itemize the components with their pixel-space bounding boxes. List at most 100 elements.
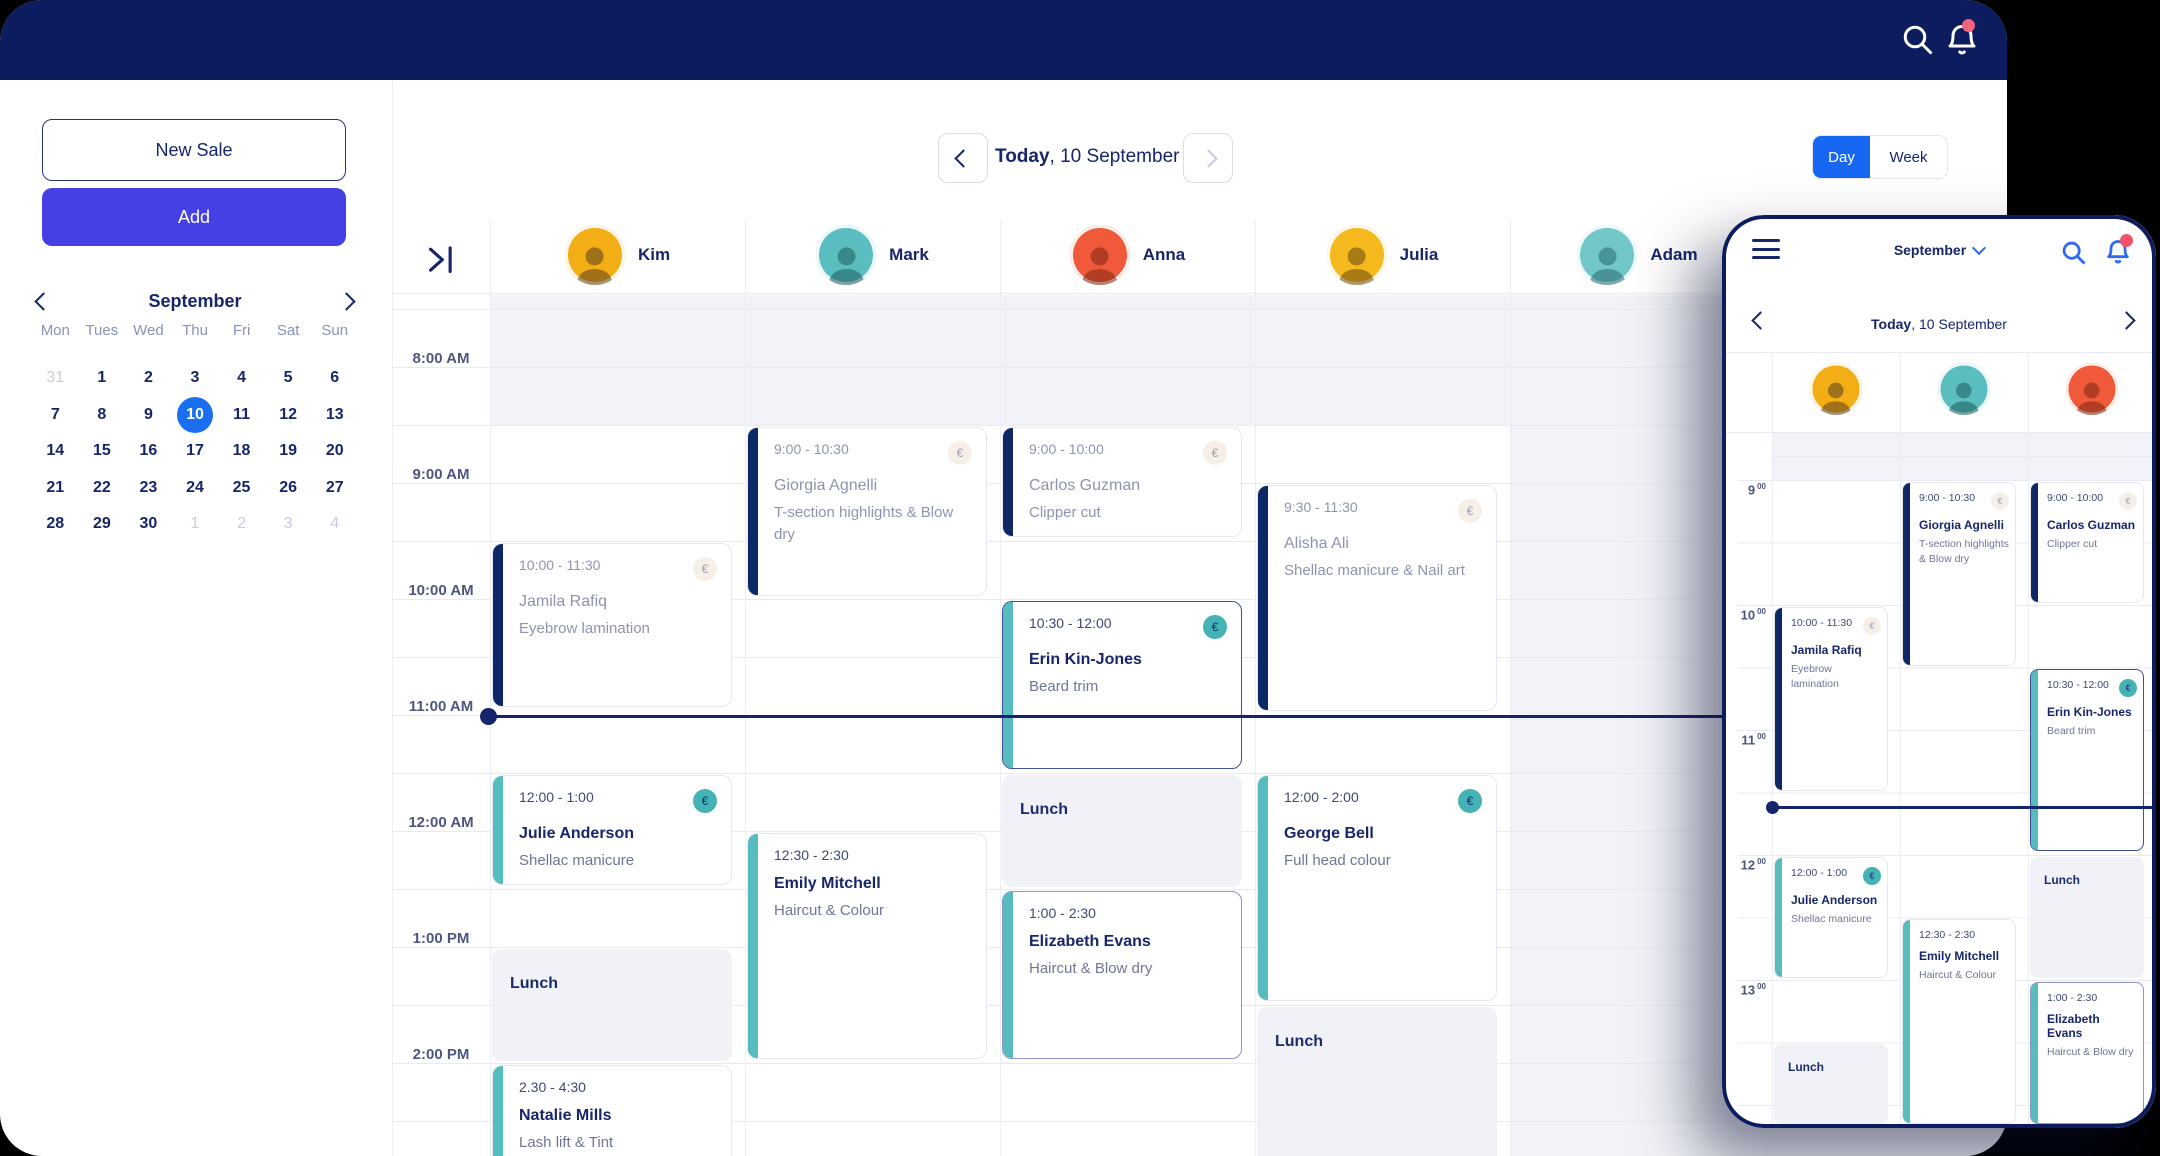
lunch-block-kim[interactable]: Lunch — [492, 949, 732, 1061]
search-icon[interactable] — [1900, 22, 1936, 58]
mobile-staff-avatar-anna[interactable] — [2066, 363, 2118, 415]
next-day-button[interactable] — [1183, 133, 1233, 183]
calendar-day[interactable]: 12 — [265, 397, 312, 434]
calendar-day[interactable]: 17 — [172, 433, 219, 470]
calendar-day[interactable]: 28 — [32, 506, 79, 543]
staff-header-julia[interactable]: Julia — [1255, 218, 1510, 292]
mobile-staff-avatar-mark[interactable] — [1938, 363, 1990, 415]
calendar-day[interactable]: 29 — [79, 506, 126, 543]
mobile-staff-avatar-kim[interactable] — [1810, 363, 1862, 415]
mobile-appointment-erin-kin-jones[interactable]: 10:30 - 12:00 € Erin Kin-Jones Beard trim — [2030, 669, 2144, 851]
mobile-notification-bell-icon[interactable] — [2104, 234, 2133, 266]
calendar-day[interactable]: 21 — [32, 470, 79, 507]
appointment-time: 12:30 - 2:30 — [1919, 929, 1976, 941]
calendar-day[interactable]: 6 — [311, 360, 358, 397]
appointment-client: Julie Anderson — [519, 825, 634, 842]
calendar-day[interactable]: 24 — [172, 470, 219, 507]
chevron-down-icon — [1972, 240, 1987, 256]
lunch-block-anna[interactable]: Lunch — [1002, 775, 1242, 887]
calendar-day[interactable]: 23 — [125, 470, 172, 507]
appointment-natalie-mills[interactable]: 2.30 - 4:30 Natalie Mills Lash lift & Ti… — [492, 1065, 732, 1156]
calendar-day[interactable]: 3 — [172, 360, 219, 397]
appointment-george-bell[interactable]: 12:00 - 2:00 € George Bell Full head colo… — [1257, 775, 1497, 1001]
mobile-appointment-jamila-rafiq[interactable]: 10:00 - 11:30 € Jamila Rafiq Eyebrow lami… — [1774, 607, 1888, 791]
staff-header-anna[interactable]: Anna — [1000, 218, 1255, 292]
appointment-jamila-rafiq[interactable]: 10:00 - 11:30 € Jamila Rafiq Eyebrow lami… — [492, 543, 732, 707]
staff-header-mark[interactable]: Mark — [745, 218, 1000, 292]
mobile-next-day-icon[interactable] — [2117, 311, 2140, 334]
mobile-prev-day-icon[interactable] — [1751, 311, 1774, 334]
appointment-time: 10:00 - 11:30 — [1791, 617, 1853, 629]
lunch-block-julia[interactable]: Lunch — [1257, 1007, 1497, 1156]
appointment-service: Haircut & Colour — [774, 902, 885, 919]
calendar-day[interactable]: 2 — [125, 360, 172, 397]
grid-column-line — [1255, 220, 1256, 1156]
appointment-alisha-ali[interactable]: 9:30 - 11:30 € Alisha Ali Shellac manicur… — [1257, 485, 1497, 711]
staff-header-kim[interactable]: Kim — [490, 218, 745, 292]
calendar-day[interactable]: 5 — [265, 360, 312, 397]
new-sale-button[interactable]: New Sale — [42, 119, 346, 181]
calendar-day[interactable]: 16 — [125, 433, 172, 470]
euro-badge-icon: € — [1991, 492, 2009, 510]
mobile-appointment-julie-anderson[interactable]: 12:00 - 1:00 € Julie Anderson Shellac man… — [1774, 857, 1888, 978]
collapse-sidebar-icon[interactable] — [424, 244, 458, 274]
euro-badge-icon: € — [693, 789, 717, 813]
appointment-carlos-guzman[interactable]: 9:00 - 10:00 € Carlos Guzman Clipper cut — [1002, 427, 1242, 537]
mobile-month-dropdown[interactable]: September — [1839, 240, 2039, 258]
appointment-julie-anderson[interactable]: 12:00 - 1:00 € Julie Anderson Shellac man… — [492, 775, 732, 885]
appointment-erin-kin-jones[interactable]: 10:30 - 12:00 € Erin Kin-Jones Beard trim — [1002, 601, 1242, 769]
grid-column-line — [1000, 220, 1001, 1156]
appointment-time: 12:00 - 1:00 — [519, 789, 594, 805]
weekday-label: Wed — [133, 322, 164, 339]
appointment-giorgia-agnelli[interactable]: 9:00 - 10:30 € Giorgia Agnelli T-section … — [747, 427, 987, 596]
euro-badge-icon: € — [693, 557, 717, 581]
calendar-day[interactable]: 31 — [32, 360, 79, 397]
calendar-day[interactable]: 27 — [311, 470, 358, 507]
calendar-day[interactable]: 13 — [311, 397, 358, 434]
calendar-day[interactable]: 20 — [311, 433, 358, 470]
calendar-prev-icon[interactable] — [30, 288, 56, 314]
mobile-lunch-block-anna[interactable]: Lunch — [2030, 857, 2144, 978]
weekday-label: Fri — [232, 322, 251, 339]
appointment-elizabeth-evans[interactable]: 1:00 - 2:30 Elizabeth Evans Haircut & Bl… — [1002, 891, 1242, 1059]
appointment-emily-mitchell[interactable]: 12:30 - 2:30 Emily Mitchell Haircut & Co… — [747, 833, 987, 1059]
calendar-day[interactable]: 15 — [79, 433, 126, 470]
calendar-day[interactable]: 1 — [79, 360, 126, 397]
appointment-client: Erin Kin-Jones — [2047, 705, 2132, 719]
mobile-lunch-block-kim[interactable]: Lunch — [1774, 1044, 1888, 1124]
calendar-day[interactable]: 1 — [172, 506, 219, 543]
calendar-day[interactable]: 18 — [218, 433, 265, 470]
calendar-day[interactable]: 14 — [32, 433, 79, 470]
calendar-day[interactable]: 11 — [218, 397, 265, 434]
mobile-appointment-giorgia-agnelli[interactable]: 9:00 - 10:30 € Giorgia Agnelli T-section … — [1902, 482, 2016, 666]
mobile-appointment-carlos-guzman[interactable]: 9:00 - 10:00 € Carlos Guzman Clipper cut — [2030, 482, 2144, 603]
grid-column-line — [745, 220, 746, 1156]
toggle-week-button[interactable]: Week — [1870, 136, 1947, 178]
mobile-time-label: 12 00 — [1740, 857, 1766, 873]
calendar-day[interactable]: 3 — [265, 506, 312, 543]
weekday-label: Sat — [276, 322, 300, 339]
calendar-day[interactable]: 22 — [79, 470, 126, 507]
euro-badge-icon: € — [1863, 617, 1881, 635]
notification-bell-icon[interactable] — [1944, 19, 1980, 58]
mobile-time-label: 9 00 — [1747, 482, 1766, 498]
add-button[interactable]: Add — [42, 188, 346, 246]
calendar-day[interactable]: 10 — [172, 396, 219, 434]
calendar-day[interactable]: 30 — [125, 506, 172, 543]
calendar-day[interactable]: 7 — [32, 397, 79, 434]
mobile-search-icon[interactable] — [2060, 239, 2088, 267]
calendar-day[interactable]: 2 — [218, 506, 265, 543]
calendar-day[interactable]: 25 — [218, 470, 265, 507]
calendar-day[interactable]: 4 — [311, 506, 358, 543]
calendar-day[interactable]: 9 — [125, 397, 172, 434]
toggle-day-button[interactable]: Day — [1813, 136, 1870, 178]
menu-hamburger-icon[interactable] — [1752, 239, 1780, 259]
prev-day-button[interactable] — [938, 133, 988, 183]
calendar-next-icon[interactable] — [334, 288, 360, 314]
mobile-appointment-emily-mitchell[interactable]: 12:30 - 2:30 Emily Mitchell Haircut & Co… — [1902, 919, 2016, 1124]
mobile-appointment-elizabeth-evans[interactable]: 1:00 - 2:30 Elizabeth Evans Haircut & Bl… — [2030, 982, 2144, 1124]
calendar-day[interactable]: 19 — [265, 433, 312, 470]
calendar-day[interactable]: 8 — [79, 397, 126, 434]
calendar-day[interactable]: 4 — [218, 360, 265, 397]
calendar-day[interactable]: 26 — [265, 470, 312, 507]
